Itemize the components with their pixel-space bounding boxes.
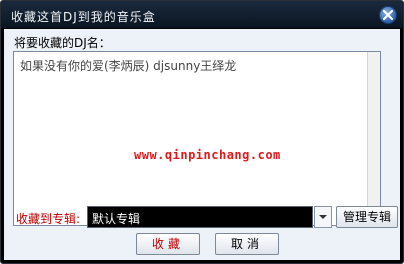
dj-name-label: 将要收藏的DJ名： (14, 36, 111, 50)
watermark-text: www.qinpinchang.com (134, 148, 281, 162)
song-name-text: 如果没有你的爱(李炳辰) djsunny王绎龙 (20, 59, 237, 73)
album-dropdown-button[interactable] (314, 206, 332, 228)
vertical-scrollbar[interactable] (367, 52, 380, 225)
dialog-body: 将要收藏的DJ名： 如果没有你的爱(李炳辰) djsunny王绎龙 www.qi… (4, 29, 400, 260)
collect-button[interactable]: 收藏 (136, 233, 200, 255)
song-name-textarea[interactable]: 如果没有你的爱(李炳辰) djsunny王绎龙 www.qinpinchang.… (13, 51, 381, 226)
manage-album-button[interactable]: 管理专辑 (336, 206, 398, 228)
close-button[interactable] (379, 6, 397, 24)
title-bar: 收藏这首DJ到我的音乐盒 (1, 1, 403, 28)
chevron-down-icon (319, 215, 327, 219)
cancel-button[interactable]: 取消 (215, 233, 279, 255)
close-icon (383, 10, 393, 20)
album-select[interactable]: 默认专辑 (87, 206, 313, 228)
album-label: 收藏到专辑: (16, 212, 81, 226)
album-select-value: 默认专辑 (92, 212, 141, 226)
dialog-title: 收藏这首DJ到我的音乐盒 (11, 10, 156, 24)
dialog-window: 收藏这首DJ到我的音乐盒 将要收藏的DJ名： 如果没有你的爱(李炳辰) djsu… (0, 0, 404, 264)
